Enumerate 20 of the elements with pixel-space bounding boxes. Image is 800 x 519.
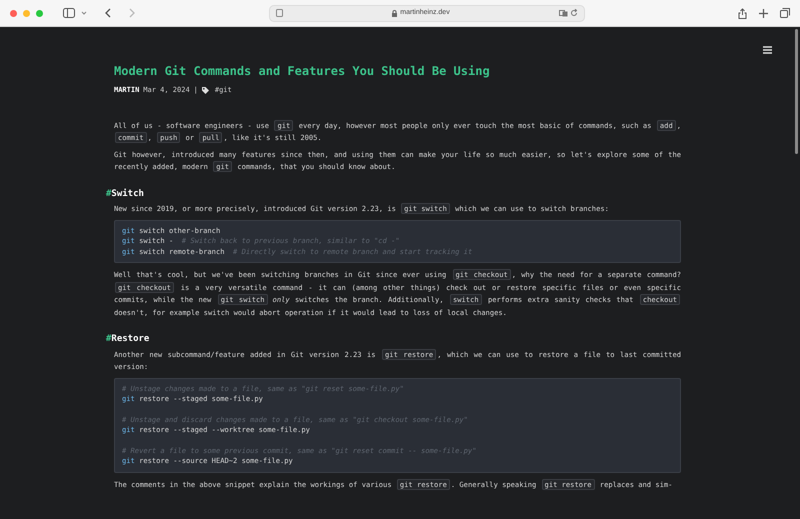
article-title: Modern Git Commands and Features You Should Be Using bbox=[114, 63, 491, 79]
close-window-icon[interactable] bbox=[10, 10, 17, 16]
tag-icon bbox=[202, 86, 209, 94]
lock-icon bbox=[392, 10, 398, 16]
reload-icon[interactable] bbox=[570, 9, 578, 17]
menu-icon[interactable] bbox=[763, 46, 772, 54]
back-icon[interactable] bbox=[105, 8, 111, 18]
section-heading: Switch bbox=[111, 188, 144, 200]
anchor-link[interactable]: # bbox=[106, 188, 112, 201]
page-icon bbox=[276, 9, 283, 17]
maximize-window-icon[interactable] bbox=[36, 10, 43, 16]
translate-icon[interactable] bbox=[559, 10, 568, 16]
tabs-icon[interactable] bbox=[780, 8, 790, 18]
sidebar-icon[interactable] bbox=[63, 8, 75, 18]
anchor-link[interactable]: # bbox=[106, 333, 112, 346]
section-heading: Restore bbox=[111, 333, 150, 346]
plus-icon[interactable] bbox=[759, 8, 768, 18]
scrollbar-thumb[interactable] bbox=[795, 29, 798, 154]
share-icon[interactable] bbox=[738, 8, 747, 18]
chevron-down-icon[interactable] bbox=[81, 11, 87, 15]
